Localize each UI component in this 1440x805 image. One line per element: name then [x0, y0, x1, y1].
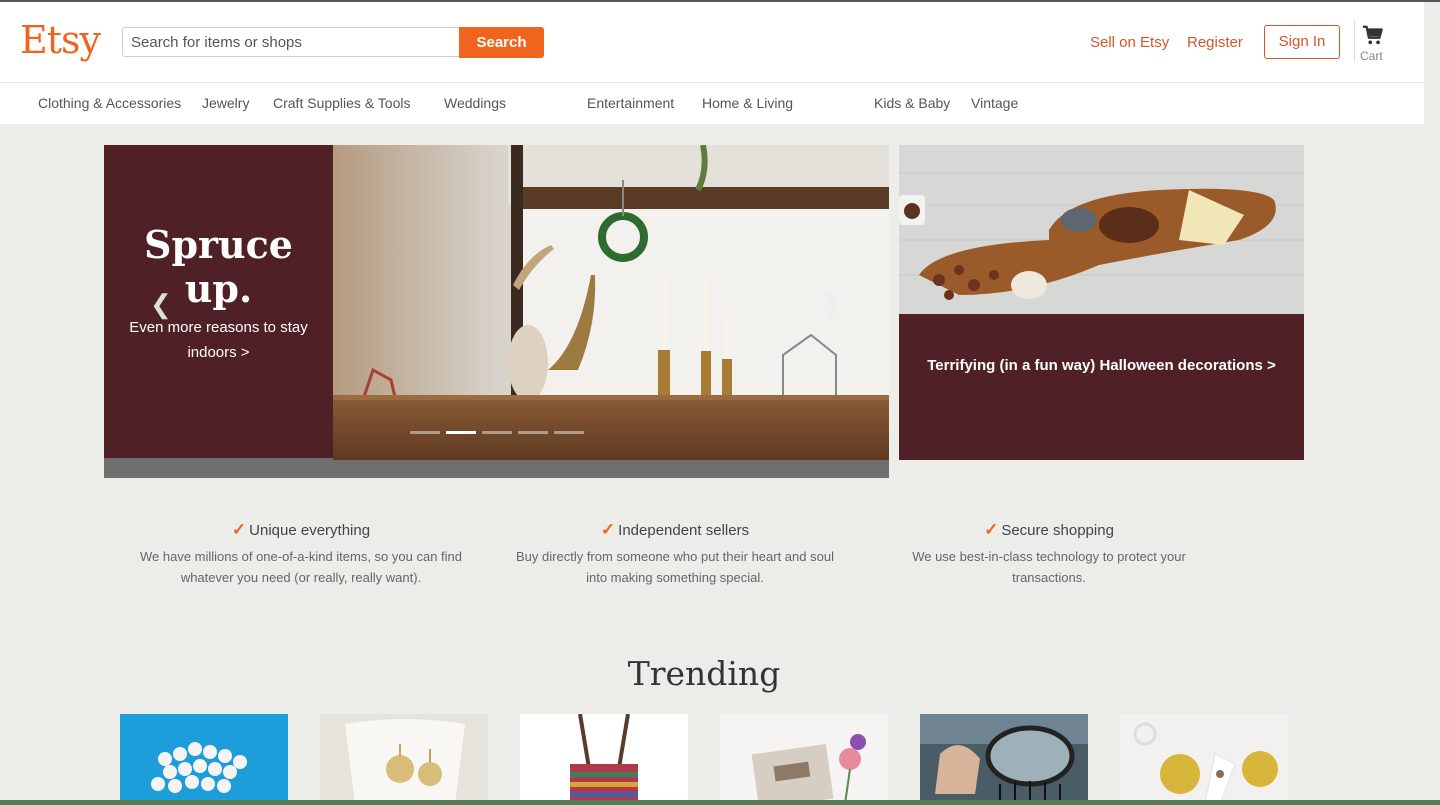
- nav-home-living[interactable]: Home & Living: [702, 95, 793, 111]
- trending-item[interactable]: [920, 714, 1088, 804]
- hero-subtitle-link[interactable]: Even more reasons to stay indoors >: [124, 315, 313, 365]
- carousel-prev-icon[interactable]: ❮: [150, 289, 172, 320]
- window-bottom-edge: [0, 800, 1440, 805]
- value-prop-description: We have millions of one-of-a-kind items,…: [139, 549, 463, 585]
- nav-entertainment[interactable]: Entertainment: [587, 95, 674, 111]
- nav-kids-baby[interactable]: Kids & Baby: [874, 95, 950, 111]
- carousel-next-icon[interactable]: ❯: [821, 289, 843, 320]
- trending-item[interactable]: [120, 714, 288, 804]
- search-input[interactable]: [122, 27, 459, 57]
- hero-title: Spruce up.: [144, 222, 293, 311]
- checkmark-icon: ✓: [600, 520, 616, 539]
- hero-carousel: Spruce up. Even more reasons to stay ind…: [104, 145, 889, 478]
- nav-jewelry[interactable]: Jewelry: [202, 95, 249, 111]
- carousel-dot-2[interactable]: [446, 431, 476, 434]
- value-prop-description: We use best-in-class technology to prote…: [912, 549, 1186, 585]
- value-prop-unique: ✓ Unique everything We have millions of o…: [131, 520, 471, 588]
- value-prop-title: Secure shopping: [1001, 522, 1114, 539]
- mantel-scene-image: [333, 145, 889, 460]
- halloween-promo-image: [899, 145, 1304, 314]
- value-prop-secure: ✓ Secure shopping We use best-in-class te…: [879, 520, 1219, 588]
- nav-craft-supplies[interactable]: Craft Supplies & Tools: [273, 95, 410, 111]
- cart-label[interactable]: Cart: [1360, 49, 1383, 63]
- trending-item-image: [320, 714, 488, 804]
- trending-item-image: [520, 714, 688, 804]
- header-divider: [1354, 20, 1355, 62]
- nav-vintage[interactable]: Vintage: [971, 95, 1018, 111]
- carousel-dot-3[interactable]: [482, 431, 512, 434]
- carousel-dot-5[interactable]: [554, 431, 584, 434]
- trending-item[interactable]: [520, 714, 688, 804]
- hero-image[interactable]: [333, 145, 889, 460]
- sign-in-button[interactable]: Sign In: [1264, 25, 1340, 59]
- cart-icon[interactable]: [1362, 24, 1384, 46]
- halloween-promo-link[interactable]: Terrifying (in a fun way) Halloween deco…: [899, 357, 1304, 374]
- nav-weddings[interactable]: Weddings: [444, 95, 506, 111]
- nav-clothing-accessories[interactable]: Clothing & Accessories: [38, 95, 181, 111]
- page-gutter: [1424, 2, 1440, 124]
- trending-heading: Trending: [627, 654, 781, 693]
- value-prop-sellers: ✓ Independent sellers Buy directly from s…: [505, 520, 845, 588]
- value-prop-title: Unique everything: [249, 522, 371, 539]
- site-header: Etsy Search Sell on Etsy Register Sign I…: [0, 2, 1424, 83]
- trending-item-image: [920, 714, 1088, 804]
- value-prop-description: Buy directly from someone who put their …: [516, 549, 834, 585]
- halloween-promo[interactable]: Terrifying (in a fun way) Halloween deco…: [899, 145, 1304, 460]
- category-nav: Clothing & Accessories Jewelry Craft Sup…: [0, 83, 1424, 124]
- value-prop-title: Independent sellers: [618, 522, 750, 539]
- etsy-logo[interactable]: Etsy: [20, 18, 101, 62]
- register-link[interactable]: Register: [1187, 34, 1243, 51]
- carousel-dot-1[interactable]: [410, 431, 440, 434]
- trending-item-image: [1120, 714, 1288, 804]
- trending-item[interactable]: [720, 714, 888, 804]
- trending-item-image: [720, 714, 888, 804]
- search-button[interactable]: Search: [459, 27, 544, 58]
- trending-item-image: [120, 714, 288, 804]
- hero-text-panel[interactable]: Spruce up. Even more reasons to stay ind…: [104, 145, 333, 458]
- checkmark-icon: ✓: [984, 520, 999, 539]
- trending-item[interactable]: [1120, 714, 1288, 804]
- cheese-board-image: [899, 145, 1304, 314]
- sell-on-etsy-link[interactable]: Sell on Etsy: [1090, 34, 1169, 51]
- carousel-dot-4[interactable]: [518, 431, 548, 434]
- trending-item[interactable]: [320, 714, 488, 804]
- checkmark-icon: ✓: [231, 520, 247, 539]
